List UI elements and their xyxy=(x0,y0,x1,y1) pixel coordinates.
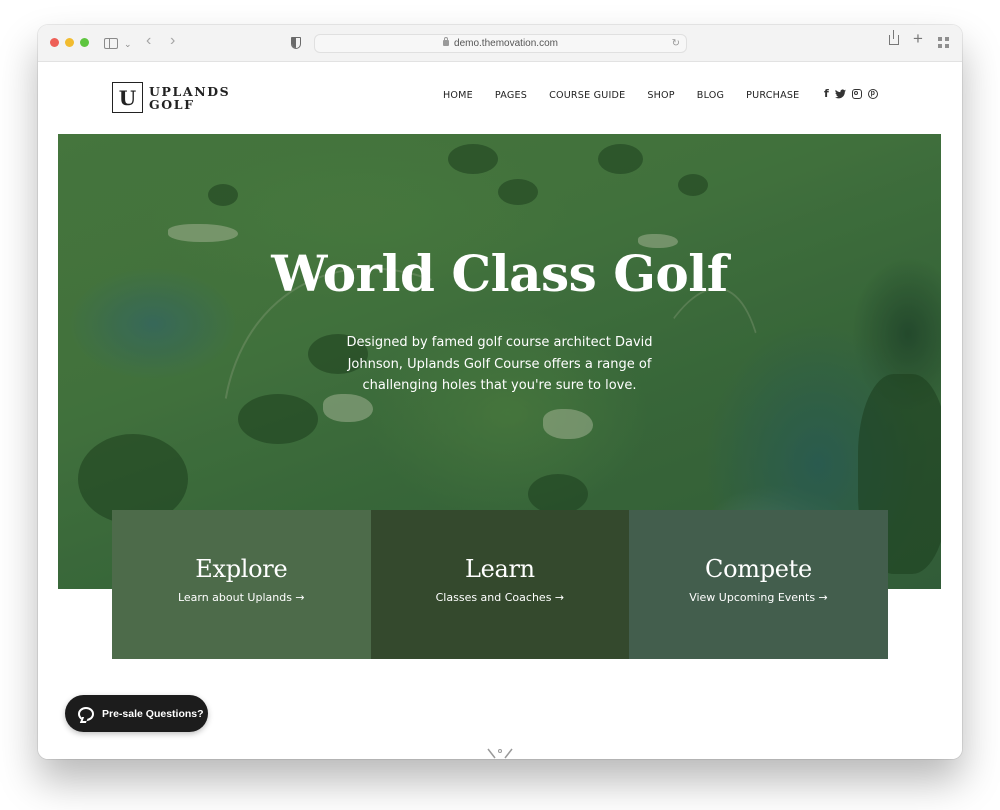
card-link[interactable]: Classes and Coaches → xyxy=(436,591,565,604)
card-explore[interactable]: Explore Learn about Uplands → xyxy=(112,510,371,659)
instagram-icon[interactable] xyxy=(851,88,862,99)
webpage: U UPLANDS GOLF HOME PAGES COURSE GUIDE S… xyxy=(38,62,962,759)
feature-cards: Explore Learn about Uplands → Learn Clas… xyxy=(112,510,888,659)
card-link[interactable]: View Upcoming Events → xyxy=(689,591,828,604)
share-icon[interactable] xyxy=(889,30,899,45)
card-link[interactable]: Learn about Uplands → xyxy=(178,591,305,604)
privacy-shield-icon[interactable] xyxy=(291,37,301,49)
nav-course-guide[interactable]: COURSE GUIDE xyxy=(549,90,625,101)
hero-subtitle: Designed by famed golf course architect … xyxy=(346,335,653,393)
logo-wordmark: UPLANDS GOLF xyxy=(149,85,230,111)
card-title: Learn xyxy=(464,555,535,583)
site-logo[interactable]: U UPLANDS GOLF xyxy=(112,82,230,113)
social-links: f p xyxy=(824,87,884,100)
card-compete[interactable]: Compete View Upcoming Events → xyxy=(629,510,888,659)
nav-shop[interactable]: SHOP xyxy=(647,90,674,101)
sidebar-icon[interactable] xyxy=(104,38,118,49)
nav-purchase[interactable]: PURCHASE xyxy=(746,90,799,101)
nav-home[interactable]: HOME xyxy=(443,90,473,101)
new-tab-icon[interactable]: + xyxy=(913,30,923,48)
logo-mark: U xyxy=(112,82,143,113)
chat-label: Pre-sale Questions? xyxy=(102,707,204,720)
main-nav: HOME PAGES COURSE GUIDE SHOP BLOG PURCHA… xyxy=(443,90,799,101)
card-learn[interactable]: Learn Classes and Coaches → xyxy=(370,510,630,659)
minimize-window-button[interactable] xyxy=(65,38,74,47)
golfer-icon xyxy=(487,748,513,759)
maximize-window-button[interactable] xyxy=(80,38,89,47)
reload-icon[interactable]: ↻ xyxy=(672,35,680,52)
twitter-icon[interactable] xyxy=(834,88,846,99)
hero-title: World Class Golf xyxy=(271,244,728,303)
lock-icon xyxy=(443,37,450,46)
logo-line-2: GOLF xyxy=(149,96,195,112)
chat-bubble-icon xyxy=(78,706,94,721)
pinterest-icon[interactable]: p xyxy=(867,88,878,99)
card-title: Compete xyxy=(705,555,812,583)
browser-window: ⌄ ‹ › demo.themovation.com ↻ + U UPLANDS… xyxy=(38,25,962,759)
card-title: Explore xyxy=(195,555,288,583)
chevron-down-icon[interactable]: ⌄ xyxy=(124,35,132,53)
url-text: demo.themovation.com xyxy=(454,38,558,49)
tab-overview-icon[interactable] xyxy=(938,37,949,48)
nav-blog[interactable]: BLOG xyxy=(697,90,724,101)
forward-icon[interactable]: › xyxy=(170,32,175,50)
back-icon[interactable]: ‹ xyxy=(146,32,151,50)
browser-toolbar: ⌄ ‹ › demo.themovation.com ↻ + xyxy=(38,25,962,62)
logo-line-1: UPLANDS xyxy=(149,83,231,99)
nav-pages[interactable]: PAGES xyxy=(495,90,527,101)
facebook-icon[interactable]: f xyxy=(824,87,829,100)
close-window-button[interactable] xyxy=(50,38,59,47)
address-bar[interactable]: demo.themovation.com ↻ xyxy=(314,34,687,53)
presale-chat-button[interactable]: Pre-sale Questions? xyxy=(65,695,208,732)
